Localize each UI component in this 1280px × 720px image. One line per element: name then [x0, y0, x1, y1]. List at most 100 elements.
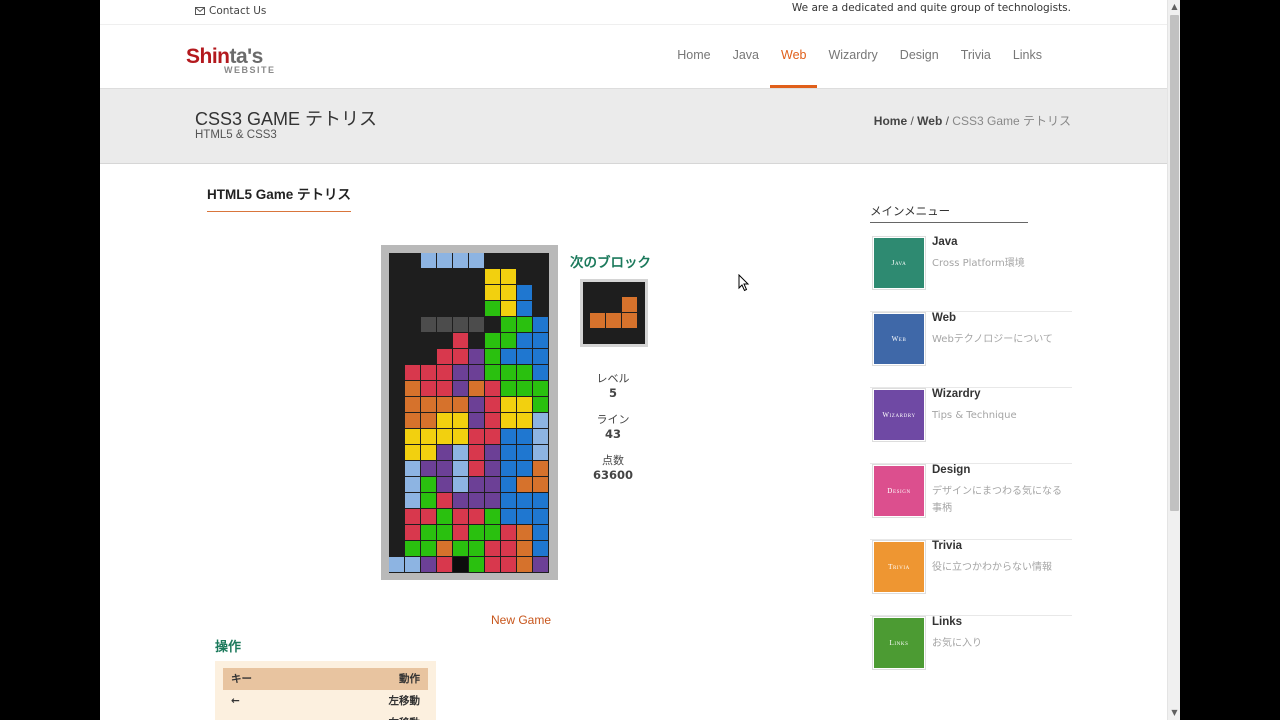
tetris-cell — [405, 445, 420, 460]
thumb-tile: Web — [874, 314, 924, 364]
top-bar: Contact Us We are a dedicated and quite … — [100, 0, 1167, 25]
tetris-cell — [533, 557, 548, 572]
tetris-cell — [501, 381, 516, 396]
sidebar-item-web[interactable]: Web Web Webテクノロジーについて — [870, 312, 1072, 388]
tetris-cell — [437, 413, 452, 428]
tetris-cell — [533, 493, 548, 508]
breadcrumb-home[interactable]: Home — [874, 114, 907, 128]
tetris-cell — [517, 493, 532, 508]
table-row: ← 左移動 — [223, 690, 428, 712]
tetris-cell — [485, 285, 500, 300]
tetris-cell — [421, 253, 436, 268]
sidebar-item-wizardry[interactable]: Wizardry Wizardry Tips & Technique — [870, 388, 1072, 464]
thumb-tile: Links — [874, 618, 924, 668]
contact-us-link[interactable]: Contact Us — [195, 5, 266, 17]
tetris-cell — [421, 525, 436, 540]
tetris-cell — [405, 413, 420, 428]
tetris-cell — [533, 429, 548, 444]
tetris-cell — [517, 333, 532, 348]
nav-home[interactable]: Home — [666, 26, 721, 88]
tetris-cell — [517, 365, 532, 380]
tetris-cell — [421, 477, 436, 492]
wizardry-thumbnail[interactable]: Wizardry — [872, 388, 926, 442]
tetris-cell — [469, 445, 484, 460]
tetris-cell — [469, 461, 484, 476]
nav-design[interactable]: Design — [889, 26, 950, 88]
tetris-cell — [485, 269, 500, 284]
sidebar-item-desc: お気に入り — [932, 638, 982, 649]
design-thumbnail[interactable]: Design — [872, 464, 926, 518]
tetris-cell — [469, 541, 484, 556]
page-subtitle: HTML5 & CSS3 — [195, 129, 277, 141]
scroll-up-arrow-icon[interactable]: ▲ — [1168, 0, 1181, 14]
nav-trivia[interactable]: Trivia — [950, 26, 1002, 88]
tetris-cell — [501, 525, 516, 540]
tetris-cell — [453, 445, 468, 460]
trivia-thumbnail[interactable]: Trivia — [872, 540, 926, 594]
site-logo[interactable]: Shinta's WEBSITE — [186, 46, 276, 75]
tetris-playfield — [389, 253, 549, 573]
sidebar-item-title[interactable]: Links — [932, 616, 962, 628]
level-value: 5 — [608, 386, 617, 400]
web-thumbnail[interactable]: Web — [872, 312, 926, 366]
tetris-cell — [437, 557, 452, 572]
tetris-cell — [389, 557, 404, 572]
page-scrollbar[interactable]: ▲ ▼ — [1167, 0, 1180, 720]
tetris-cell — [453, 317, 468, 332]
sidebar-item-java[interactable]: Java Java Cross Platform環境 — [870, 236, 1072, 312]
sidebar-item-desc: Cross Platform環境 — [932, 258, 1025, 269]
tetris-cell — [485, 381, 500, 396]
tetris-cell — [533, 381, 548, 396]
tetris-cell — [453, 509, 468, 524]
nav-links[interactable]: Links — [1002, 26, 1053, 88]
scroll-down-arrow-icon[interactable]: ▼ — [1168, 706, 1181, 720]
nav-java[interactable]: Java — [722, 26, 770, 88]
tetris-cell — [405, 509, 420, 524]
sidebar-item-title[interactable]: Java — [932, 236, 958, 248]
tetris-cell — [437, 253, 452, 268]
contact-us-label: Contact Us — [209, 5, 267, 17]
new-game-link[interactable]: New Game — [491, 613, 551, 627]
tetris-cell — [453, 541, 468, 556]
sidebar-item-desc: デザインにまつわる気になる事柄 — [932, 486, 1062, 514]
tetris-cell — [469, 397, 484, 412]
tetris-cell — [421, 317, 436, 332]
tetris-cell — [533, 397, 548, 412]
tetris-cell — [405, 429, 420, 444]
links-thumbnail[interactable]: Links — [872, 616, 926, 670]
tetris-cell — [421, 541, 436, 556]
java-thumbnail[interactable]: Java — [872, 236, 926, 290]
tetris-cell — [437, 493, 452, 508]
tetris-cell — [517, 317, 532, 332]
tetris-cell — [469, 557, 484, 572]
sidebar-item-design[interactable]: Design Design デザインにまつわる気になる事柄 — [870, 464, 1072, 540]
key-cell: ← — [231, 695, 240, 707]
logo-text: Shinta's — [186, 45, 263, 68]
tetris-cell — [485, 333, 500, 348]
nav-wizardry[interactable]: Wizardry — [817, 26, 888, 88]
sidebar-item-title[interactable]: Web — [932, 312, 956, 324]
tetris-cell — [437, 397, 452, 412]
sidebar-item-title[interactable]: Wizardry — [932, 388, 980, 400]
controls-table: キー 動作 ← 左移動 → 右移動 — [215, 661, 436, 720]
tetris-board[interactable] — [381, 245, 558, 580]
tetris-cell — [437, 461, 452, 476]
tetris-cell — [501, 509, 516, 524]
sidebar-item-trivia[interactable]: Trivia Trivia 役に立つかわからない情報 — [870, 540, 1072, 616]
sidebar-item-links[interactable]: Links Links お気に入り — [870, 616, 1072, 692]
sidebar-item-title[interactable]: Trivia — [932, 540, 962, 552]
tetris-cell — [517, 509, 532, 524]
section-title: HTML5 Game テトリス — [207, 183, 352, 212]
tetris-cell — [421, 413, 436, 428]
tetris-cell — [421, 461, 436, 476]
breadcrumb-web[interactable]: Web — [917, 114, 942, 128]
tetris-cell — [517, 557, 532, 572]
sidebar-item-title[interactable]: Design — [932, 464, 970, 476]
tetris-cell — [437, 525, 452, 540]
tetris-cell — [421, 381, 436, 396]
tetris-cell — [405, 381, 420, 396]
scrollbar-thumb[interactable] — [1170, 15, 1179, 511]
tetris-cell — [453, 557, 468, 572]
tetris-cell — [517, 413, 532, 428]
nav-web[interactable]: Web — [770, 26, 818, 88]
